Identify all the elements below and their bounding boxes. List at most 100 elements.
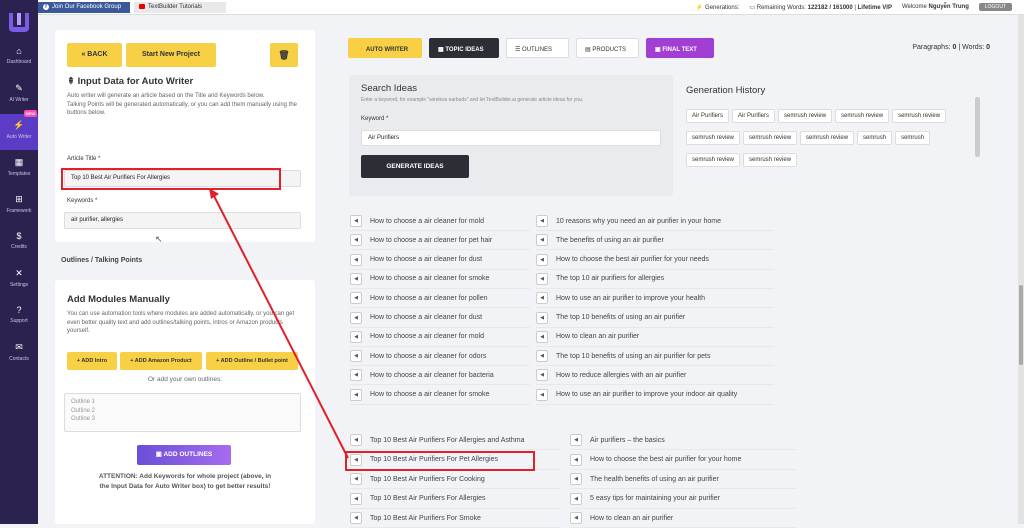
tab-outlines[interactable]: ☰ OUTLINES — [506, 38, 569, 58]
idea-row[interactable]: ◀ How to choose the best air purifier for… — [536, 251, 774, 270]
sidebar-item-settings[interactable]: ✕ Settings — [0, 262, 38, 298]
add-idea-arrow-icon[interactable]: ◀ — [350, 473, 362, 485]
tab-topic-ideas[interactable]: ▦ TOPIC IDEAS — [429, 38, 499, 58]
add-idea-arrow-icon[interactable]: ◀ — [536, 388, 548, 401]
facebook-group-link[interactable]: f Join Our Facebook Group — [38, 2, 130, 13]
sidebar-item-dashboard[interactable]: ⌂ Dashboard — [0, 40, 38, 76]
tutorials-link[interactable]: TextBuilder Tutorials — [134, 2, 226, 13]
start-new-project-button[interactable]: Start New Project — [126, 43, 216, 67]
logout-button[interactable]: LOGOUT — [978, 3, 1012, 11]
add-idea-arrow-icon[interactable]: ◀ — [350, 434, 362, 446]
add-outline-button[interactable]: + ADD Outline / Bullet point — [206, 352, 298, 370]
idea-row[interactable]: ◀ 10 reasons why you need an air purifier… — [536, 212, 774, 231]
add-idea-arrow-icon[interactable]: ◀ — [350, 350, 362, 363]
keyword-input[interactable]: Air Purifiers — [361, 130, 661, 146]
idea-row[interactable]: ◀ How to reduce allergies with an air pur… — [536, 366, 774, 386]
keywords-input[interactable]: air purifier, allergies — [64, 212, 301, 229]
idea-row[interactable]: ◀ How to choose a air cleaner for bacteri… — [350, 366, 530, 386]
add-idea-arrow-icon[interactable]: ◀ — [570, 492, 582, 505]
add-amazon-product-button[interactable]: + ADD Amazon Product — [120, 352, 202, 370]
add-idea-arrow-icon[interactable]: ◀ — [536, 292, 548, 305]
add-idea-arrow-icon[interactable]: ◀ — [536, 272, 548, 285]
idea-row[interactable]: ◀ How to choose a air cleaner for smoke — [350, 270, 530, 289]
delete-project-button[interactable]: 🗑 — [270, 43, 298, 67]
idea-row[interactable]: ◀ How to clean an air purifier — [536, 328, 774, 347]
sidebar-item-credits[interactable]: $ Credits — [0, 225, 38, 261]
sidebar-item-support[interactable]: ? Support — [0, 299, 38, 335]
history-chip[interactable]: semrush review — [835, 109, 890, 123]
add-idea-arrow-icon[interactable]: ◀ — [570, 453, 582, 466]
add-idea-arrow-icon[interactable]: ◀ — [350, 388, 362, 401]
add-idea-arrow-icon[interactable]: ◀ — [350, 253, 362, 266]
add-idea-arrow-icon[interactable]: ◀ — [536, 369, 548, 382]
add-idea-arrow-icon[interactable]: ◀ — [350, 292, 362, 305]
add-idea-arrow-icon[interactable]: ◀ — [350, 369, 362, 382]
history-chip[interactable]: semrush review — [800, 131, 855, 145]
add-idea-arrow-icon[interactable]: ◀ — [536, 311, 548, 324]
idea-row[interactable]: ◀ How to use an air purifier to improve y… — [536, 386, 774, 405]
idea-row[interactable]: ◀ How to choose a air cleaner for mold — [350, 328, 530, 347]
history-chip[interactable]: semrush — [895, 131, 931, 145]
add-idea-arrow-icon[interactable]: ◀ — [350, 311, 362, 324]
idea-row[interactable]: ◀ How to clean an air purifier — [570, 509, 796, 528]
idea-row[interactable]: ◀ How to choose a air cleaner for mold — [350, 212, 530, 231]
add-idea-arrow-icon[interactable]: ◀ — [570, 473, 582, 485]
history-chip[interactable]: Air Purifiers — [732, 109, 776, 123]
idea-row[interactable]: ◀ Top 10 Best Air Purifiers For Allergies — [350, 490, 560, 509]
idea-row[interactable]: ◀ How to choose a air cleaner for dust — [350, 309, 530, 328]
idea-row[interactable]: ◀ The top 10 air purifiers for allergies — [536, 270, 774, 289]
history-chip[interactable]: semrush review — [686, 153, 741, 167]
idea-row[interactable]: ◀ The top 10 benefits of using an air pur… — [536, 347, 774, 367]
add-intro-button[interactable]: + ADD Intro — [67, 352, 117, 370]
history-chip[interactable]: semrush review — [778, 109, 833, 123]
idea-row[interactable]: ◀ How to choose the best air purifier for… — [570, 451, 796, 470]
history-scrollbar[interactable] — [975, 97, 980, 157]
add-outlines-button[interactable]: ▣ ADD OUTLINES — [137, 445, 231, 465]
idea-row[interactable]: ◀ The benefits of using an air purifier — [536, 231, 774, 251]
add-idea-arrow-icon[interactable]: ◀ — [536, 330, 548, 343]
scrollbar-thumb[interactable] — [1019, 285, 1023, 365]
add-idea-arrow-icon[interactable]: ◀ — [350, 215, 362, 227]
add-idea-arrow-icon[interactable]: ◀ — [350, 272, 362, 285]
idea-row[interactable]: ◀ How to choose a air cleaner for pet hai… — [350, 231, 530, 251]
page-scrollbar[interactable] — [1018, 15, 1024, 524]
sidebar-item-framework[interactable]: ⊞ Framework — [0, 188, 38, 224]
idea-row[interactable]: ◀ The health benefits of using an air pur… — [570, 470, 796, 489]
history-chip[interactable]: semrush — [857, 131, 893, 145]
add-idea-arrow-icon[interactable]: ◀ — [350, 330, 362, 343]
idea-row[interactable]: ◀ The top 10 benefits of using an air pur… — [536, 309, 774, 328]
idea-row[interactable]: ◀ Top 10 Best Air Purifiers For Allergies… — [350, 431, 560, 450]
sidebar-item-templates[interactable]: ▦ Templates — [0, 151, 38, 187]
idea-row[interactable]: ◀ How to choose a air cleaner for dust — [350, 251, 530, 270]
idea-row[interactable]: ◀ How to use an air purifier to improve y… — [536, 289, 774, 309]
add-idea-arrow-icon[interactable]: ◀ — [536, 253, 548, 266]
outlines-textarea[interactable]: Outline 1 Outline 2 Outline 3 — [64, 393, 301, 432]
history-chip[interactable]: semrush review — [686, 131, 741, 145]
add-idea-arrow-icon[interactable]: ◀ — [570, 434, 582, 446]
tab-products[interactable]: ▤ PRODUCTS — [576, 38, 639, 58]
idea-row[interactable]: ◀ How to choose a air cleaner for odors — [350, 347, 530, 367]
idea-row[interactable]: ◀ 5 easy tips for maintaining your air pu… — [570, 490, 796, 509]
add-idea-arrow-icon[interactable]: ◀ — [350, 512, 362, 524]
sidebar-item-ai-writer[interactable]: ✎ AI Writer — [0, 77, 38, 113]
sidebar-item-auto-writer[interactable]: ⚡ Auto Writer NEW — [0, 110, 38, 150]
history-chip[interactable]: semrush review — [743, 153, 798, 167]
sidebar-item-contacts[interactable]: ✉ Contacts — [0, 336, 38, 372]
add-idea-arrow-icon[interactable]: ◀ — [350, 234, 362, 247]
back-button[interactable]: « BACK — [67, 43, 122, 67]
add-idea-arrow-icon[interactable]: ◀ — [570, 512, 582, 524]
add-idea-arrow-icon[interactable]: ◀ — [536, 234, 548, 247]
history-chip[interactable]: Air Purifiers — [686, 109, 730, 123]
history-chip[interactable]: semrush review — [743, 131, 798, 145]
tab-auto-writer[interactable]: ⚡ AUTO WRITER — [348, 38, 422, 58]
idea-row[interactable]: ◀ How to choose a air cleaner for smoke — [350, 386, 530, 405]
add-idea-arrow-icon[interactable]: ◀ — [536, 350, 548, 363]
add-idea-arrow-icon[interactable]: ◀ — [350, 492, 362, 505]
history-chip[interactable]: semrush review — [892, 109, 947, 123]
idea-row[interactable]: ◀ Top 10 Best Air Purifiers For Cooking — [350, 470, 560, 489]
idea-row[interactable]: ◀ How to choose a air cleaner for pollen — [350, 289, 530, 309]
idea-row[interactable]: ◀ Top 10 Best Air Purifiers For Smoke — [350, 509, 560, 528]
idea-row[interactable]: ◀ Air purifiers – the basics — [570, 431, 796, 450]
tab-final-text[interactable]: ▣ FINAL TEXT — [646, 38, 714, 58]
add-idea-arrow-icon[interactable]: ◀ — [536, 215, 548, 227]
